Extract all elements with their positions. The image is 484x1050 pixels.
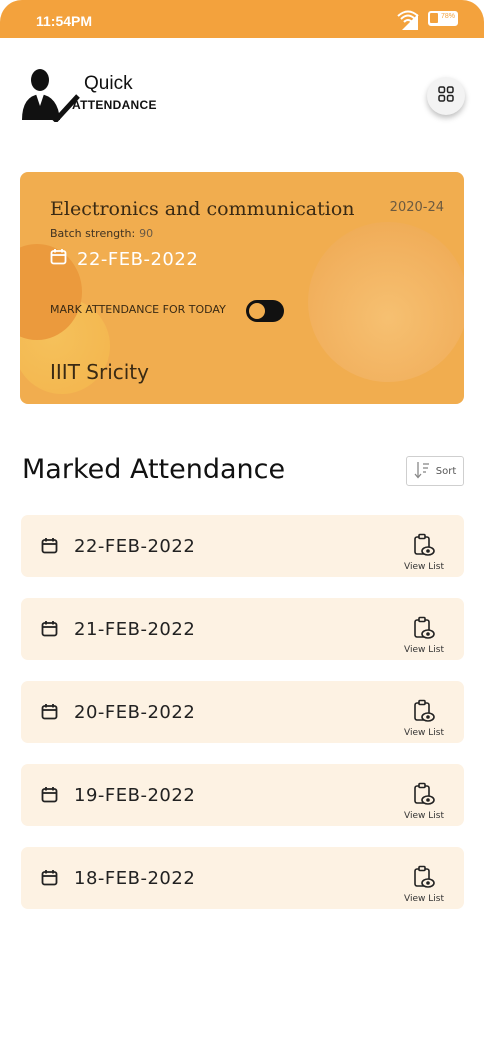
calendar-icon bbox=[41, 620, 58, 641]
sort-button[interactable]: Sort bbox=[406, 456, 464, 486]
attendance-date: 20-FEB-2022 bbox=[74, 702, 196, 723]
card-date-text: 22-FEB-2022 bbox=[77, 248, 199, 270]
clipboard-eye-icon bbox=[413, 782, 435, 810]
status-time: 11:54PM bbox=[36, 13, 93, 29]
calendar-icon bbox=[41, 869, 58, 890]
view-list-label: View List bbox=[404, 811, 444, 821]
batch-strength-value: 90 bbox=[139, 227, 154, 240]
view-list-button[interactable]: View List bbox=[399, 782, 449, 821]
view-list-button[interactable]: View List bbox=[399, 699, 449, 738]
sort-icon bbox=[414, 461, 430, 482]
menu-grid-button[interactable] bbox=[427, 77, 465, 115]
view-list-label: View List bbox=[404, 562, 444, 572]
attendance-row[interactable]: 22-FEB-2022 View List bbox=[21, 515, 464, 577]
batch-strength: Batch strength: 90 bbox=[50, 227, 153, 240]
clipboard-eye-icon bbox=[413, 533, 435, 561]
attendance-date: 21-FEB-2022 bbox=[74, 619, 196, 640]
calendar-icon bbox=[41, 703, 58, 724]
sort-label: Sort bbox=[435, 465, 457, 477]
calendar-icon bbox=[50, 248, 67, 270]
view-list-button[interactable]: View List bbox=[399, 865, 449, 904]
course-title: Electronics and communication bbox=[50, 198, 355, 220]
attendance-row[interactable]: 21-FEB-2022 View List bbox=[21, 598, 464, 660]
attendance-date: 18-FEB-2022 bbox=[74, 868, 196, 889]
battery-icon: 78% bbox=[428, 11, 458, 26]
clipboard-eye-icon bbox=[413, 616, 435, 644]
status-bar: 11:54PM 78% bbox=[0, 0, 484, 38]
view-list-button[interactable]: View List bbox=[399, 533, 449, 572]
section-title: Marked Attendance bbox=[22, 454, 286, 485]
wifi-icon bbox=[396, 6, 422, 36]
toggle-knob bbox=[249, 303, 265, 319]
batch-strength-label: Batch strength: bbox=[50, 227, 136, 240]
view-list-label: View List bbox=[404, 645, 444, 655]
attendance-date: 22-FEB-2022 bbox=[74, 536, 196, 557]
logo-text-quick: Quick bbox=[84, 73, 133, 94]
grid-icon bbox=[438, 86, 454, 106]
card-date: 22-FEB-2022 bbox=[50, 248, 198, 270]
logo-text-attendance: ATTENDANCE bbox=[72, 98, 157, 112]
institute-name: IIIT Sricity bbox=[50, 360, 149, 384]
clipboard-eye-icon bbox=[413, 699, 435, 727]
attendance-date: 19-FEB-2022 bbox=[74, 785, 196, 806]
view-list-label: View List bbox=[404, 728, 444, 738]
batch-year: 2020-24 bbox=[389, 200, 444, 215]
attendance-row[interactable]: 20-FEB-2022 View List bbox=[21, 681, 464, 743]
attendance-row[interactable]: 18-FEB-2022 View List bbox=[21, 847, 464, 909]
attendance-row[interactable]: 19-FEB-2022 View List bbox=[21, 764, 464, 826]
view-list-button[interactable]: View List bbox=[399, 616, 449, 655]
class-card[interactable]: Electronics and communication 2020-24 Ba… bbox=[20, 172, 464, 404]
view-list-label: View List bbox=[404, 894, 444, 904]
calendar-icon bbox=[41, 537, 58, 558]
decorative-circle bbox=[308, 222, 464, 382]
clipboard-eye-icon bbox=[413, 865, 435, 893]
mark-attendance-label: MARK ATTENDANCE FOR TODAY bbox=[50, 303, 226, 316]
battery-percent: 78% bbox=[441, 13, 456, 20]
calendar-icon bbox=[41, 786, 58, 807]
mark-attendance-toggle[interactable] bbox=[246, 300, 284, 322]
